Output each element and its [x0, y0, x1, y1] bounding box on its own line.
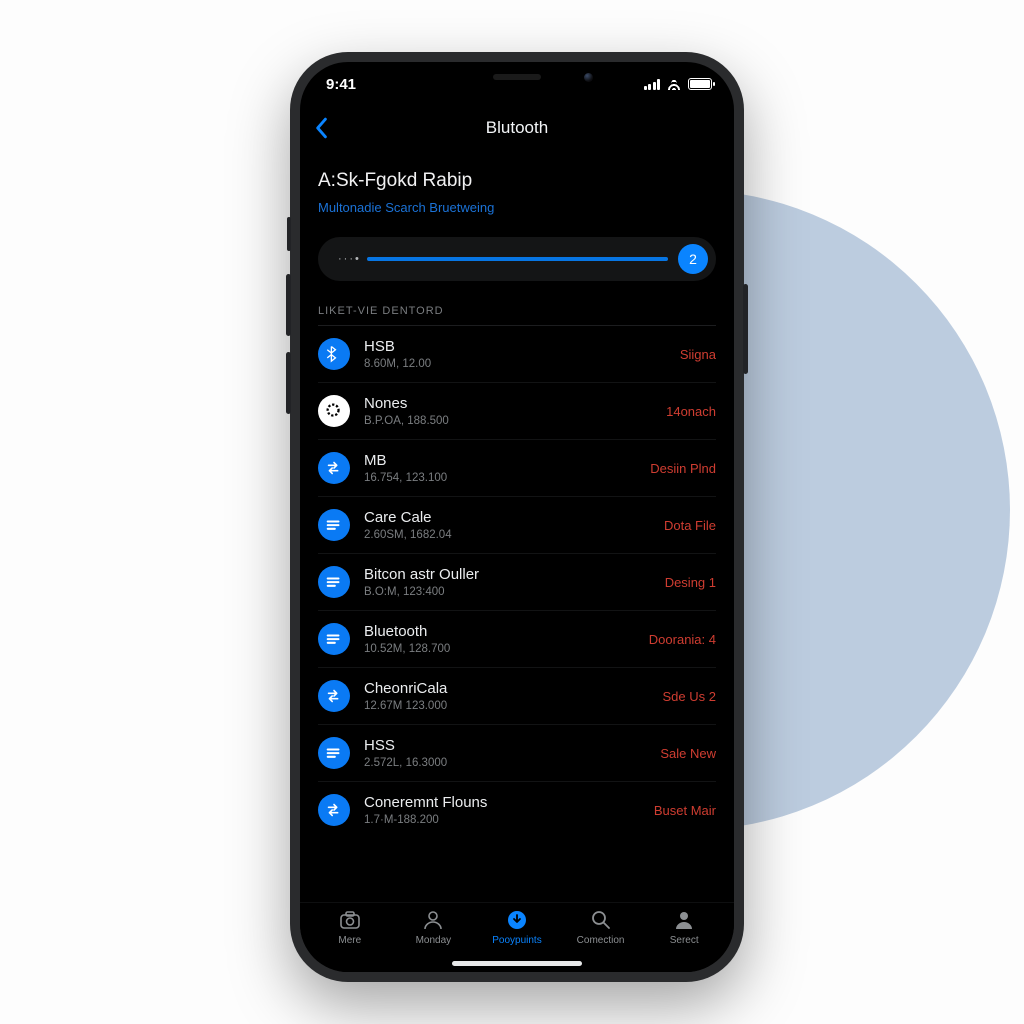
device-status: 14onach	[666, 404, 716, 419]
tab-mere[interactable]: Mere	[320, 909, 380, 972]
mute-switch	[287, 217, 291, 251]
bars-icon	[318, 509, 350, 541]
swap-icon	[318, 794, 350, 826]
tab-label: Mere	[338, 935, 361, 946]
person2-icon	[672, 909, 696, 931]
swap-icon	[318, 452, 350, 484]
subtitle-link[interactable]: Multonadie Scarch Bruetweing	[318, 200, 716, 215]
tab-label: Pooypuints	[492, 935, 541, 946]
content-area: A:Sk-Fgokd Rabip Multonadie Scarch Bruet…	[300, 150, 734, 902]
device-status: Buset Mair	[654, 803, 716, 818]
front-camera	[584, 73, 593, 82]
bars-icon	[318, 737, 350, 769]
screen: 9:41 Blutooth A:Sk-Fgokd Rabip Multonadi…	[300, 62, 734, 972]
device-subtitle: 16.754, 123.100	[364, 472, 636, 484]
device-name: Care Cale	[364, 509, 650, 526]
page-title: A:Sk-Fgokd Rabip	[318, 170, 716, 192]
device-name: Coneremnt Flouns	[364, 794, 640, 811]
device-subtitle: 2.572L, 16.3000	[364, 757, 646, 769]
device-status: Doorania: 4	[649, 632, 716, 647]
status-time: 9:41	[326, 76, 356, 93]
device-info: Care Cale 2.60SM, 1682.04	[364, 509, 650, 540]
device-status: Desing 1	[665, 575, 716, 590]
device-subtitle: 12.67M 123.000	[364, 700, 649, 712]
ring-icon	[318, 395, 350, 427]
device-row[interactable]: Bluetooth 10.52M, 128.700 Doorania: 4	[318, 611, 716, 668]
device-info: MB 16.754, 123.100	[364, 452, 636, 483]
tab-label: Comection	[577, 935, 625, 946]
device-info: Bluetooth 10.52M, 128.700	[364, 623, 635, 654]
section-header: LIKET-VIE DENTORD	[318, 305, 716, 326]
device-info: Nones B.P.OA, 188.500	[364, 395, 652, 426]
device-info: HSS 2.572L, 16.3000	[364, 737, 646, 768]
range-slider[interactable]: ···• 2	[318, 237, 716, 281]
home-indicator[interactable]	[452, 961, 582, 966]
device-subtitle: 2.60SM, 1682.04	[364, 529, 650, 541]
power-button	[743, 284, 748, 374]
swap-icon	[318, 680, 350, 712]
device-info: Coneremnt Flouns 1.7·M-188.200	[364, 794, 640, 825]
device-status: Siigna	[680, 347, 716, 362]
camera-icon	[338, 909, 362, 931]
chevron-left-icon	[314, 117, 328, 139]
nav-title: Blutooth	[486, 118, 548, 138]
wifi-icon	[666, 78, 682, 90]
tab-serect[interactable]: Serect	[654, 909, 714, 972]
device-row[interactable]: Bitcon astr Ouller B.O:M, 123:400 Desing 1	[318, 554, 716, 611]
device-subtitle: 1.7·M-188.200	[364, 814, 640, 826]
speaker-grille	[493, 74, 541, 80]
device-subtitle: 8.60M, 12.00	[364, 358, 666, 370]
device-row[interactable]: HSB 8.60M, 12.00 Siigna	[318, 326, 716, 383]
volume-down-button	[286, 352, 291, 414]
device-name: Bluetooth	[364, 623, 635, 640]
device-name: CheonriCala	[364, 680, 649, 697]
phone-frame: 9:41 Blutooth A:Sk-Fgokd Rabip Multonadi…	[290, 52, 744, 982]
search-icon	[589, 909, 613, 931]
device-row[interactable]: Care Cale 2.60SM, 1682.04 Dota File	[318, 497, 716, 554]
device-row[interactable]: Coneremnt Flouns 1.7·M-188.200 Buset Mair	[318, 782, 716, 838]
device-name: HSB	[364, 338, 666, 355]
battery-icon	[688, 78, 712, 90]
bars-icon	[318, 566, 350, 598]
device-status: Sde Us 2	[663, 689, 716, 704]
navigation-bar: Blutooth	[300, 106, 734, 150]
device-subtitle: B.P.OA, 188.500	[364, 415, 652, 427]
device-name: HSS	[364, 737, 646, 754]
device-name: Bitcon astr Ouller	[364, 566, 651, 583]
device-row[interactable]: HSS 2.572L, 16.3000 Sale New	[318, 725, 716, 782]
device-status: Dota File	[664, 518, 716, 533]
slider-dots: ···•	[338, 253, 361, 265]
device-row[interactable]: Nones B.P.OA, 188.500 14onach	[318, 383, 716, 440]
back-button[interactable]	[314, 117, 328, 139]
device-info: HSB 8.60M, 12.00	[364, 338, 666, 369]
device-row[interactable]: MB 16.754, 123.100 Desiin Plnd	[318, 440, 716, 497]
tab-label: Serect	[670, 935, 699, 946]
tab-label: Monday	[416, 935, 452, 946]
device-row[interactable]: CheonriCala 12.67M 123.000 Sde Us 2	[318, 668, 716, 725]
device-name: MB	[364, 452, 636, 469]
device-subtitle: B.O:M, 123:400	[364, 586, 651, 598]
slider-knob[interactable]: 2	[678, 244, 708, 274]
volume-up-button	[286, 274, 291, 336]
device-subtitle: 10.52M, 128.700	[364, 643, 635, 655]
device-status: Desiin Plnd	[650, 461, 716, 476]
cellular-icon	[644, 78, 661, 90]
slider-track	[367, 257, 668, 261]
download-icon	[505, 909, 529, 931]
device-status: Sale New	[660, 746, 716, 761]
notch	[427, 62, 607, 92]
device-list: HSB 8.60M, 12.00 Siigna Nones B.P.OA, 188.50…	[318, 326, 716, 838]
person-icon	[421, 909, 445, 931]
device-name: Nones	[364, 395, 652, 412]
bluetooth-icon	[318, 338, 350, 370]
device-info: CheonriCala 12.67M 123.000	[364, 680, 649, 711]
device-info: Bitcon astr Ouller B.O:M, 123:400	[364, 566, 651, 597]
bars-icon	[318, 623, 350, 655]
